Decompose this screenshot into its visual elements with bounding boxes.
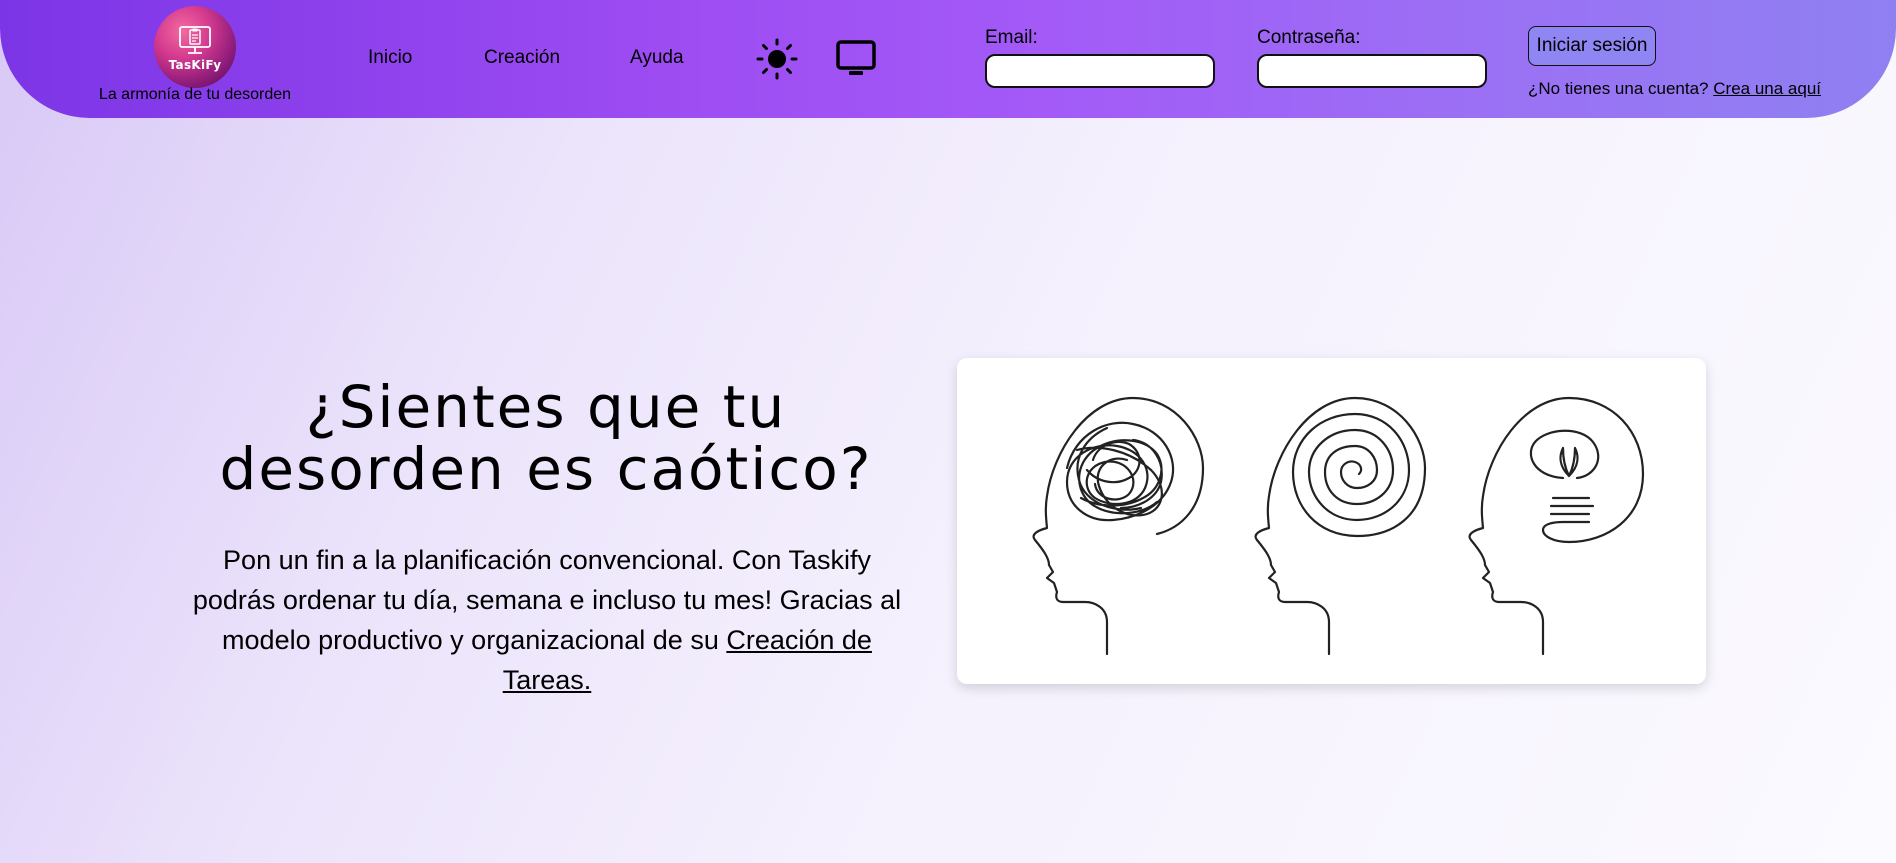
password-field[interactable] — [1257, 54, 1487, 88]
email-field[interactable] — [985, 54, 1215, 88]
clipboard-monitor-icon — [179, 26, 211, 54]
illustration-card — [957, 358, 1706, 684]
logo-text: TasKiFy — [168, 58, 222, 72]
signup-prompt-line: ¿No tienes una cuenta? Crea una aquí — [1528, 79, 1821, 99]
tagline: La armonía de tu desorden — [98, 86, 292, 103]
monitor-icon[interactable] — [836, 40, 876, 80]
password-label: Contraseña: — [1257, 27, 1361, 48]
spiral-head-icon — [1254, 396, 1427, 656]
login-button[interactable]: Iniciar sesión — [1528, 26, 1656, 66]
tangled-head-icon — [1032, 396, 1205, 656]
organized-head-icon — [1468, 396, 1645, 656]
email-label: Email: — [985, 27, 1038, 48]
nav-item-inicio[interactable]: Inicio — [368, 47, 412, 69]
sun-icon[interactable] — [756, 38, 798, 84]
signup-link[interactable]: Crea una aquí — [1713, 79, 1821, 98]
signup-prompt: ¿No tienes una cuenta? — [1528, 79, 1709, 98]
top-header: TasKiFy La armonía de tu desorden Inicio… — [0, 0, 1896, 118]
nav-item-creacion[interactable]: Creación — [484, 47, 560, 69]
nav-item-ayuda[interactable]: Ayuda — [630, 47, 684, 69]
hero-description: Pon un fin a la planificación convencion… — [192, 540, 902, 700]
taskify-logo[interactable]: TasKiFy — [154, 6, 236, 88]
hero-title: ¿Sientes que tu desorden es caótico? — [219, 373, 873, 503]
